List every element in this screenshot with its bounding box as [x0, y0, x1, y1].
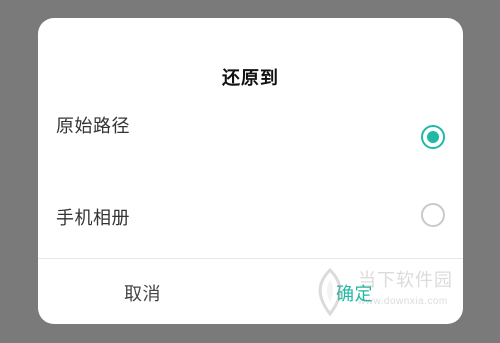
footer-divider: [38, 258, 463, 259]
dialog-title: 还原到: [222, 68, 279, 89]
option-label: 手机相册: [56, 208, 130, 229]
option-phone-album[interactable]: 手机相册: [38, 190, 463, 250]
cancel-button[interactable]: 取消: [124, 280, 161, 306]
radio-unselected-icon[interactable]: [421, 203, 445, 227]
radio-selected-icon[interactable]: [421, 125, 445, 149]
option-original-path[interactable]: 原始路径: [38, 112, 463, 172]
radio-dot-icon: [427, 131, 439, 143]
screen: 还原到 原始路径 手机相册 取消 确定 当下软件园 www.downxia.co…: [0, 0, 500, 343]
confirm-button[interactable]: 确定: [336, 280, 373, 306]
option-label: 原始路径: [56, 116, 130, 137]
restore-dialog: 还原到 原始路径 手机相册 取消 确定: [38, 18, 463, 324]
